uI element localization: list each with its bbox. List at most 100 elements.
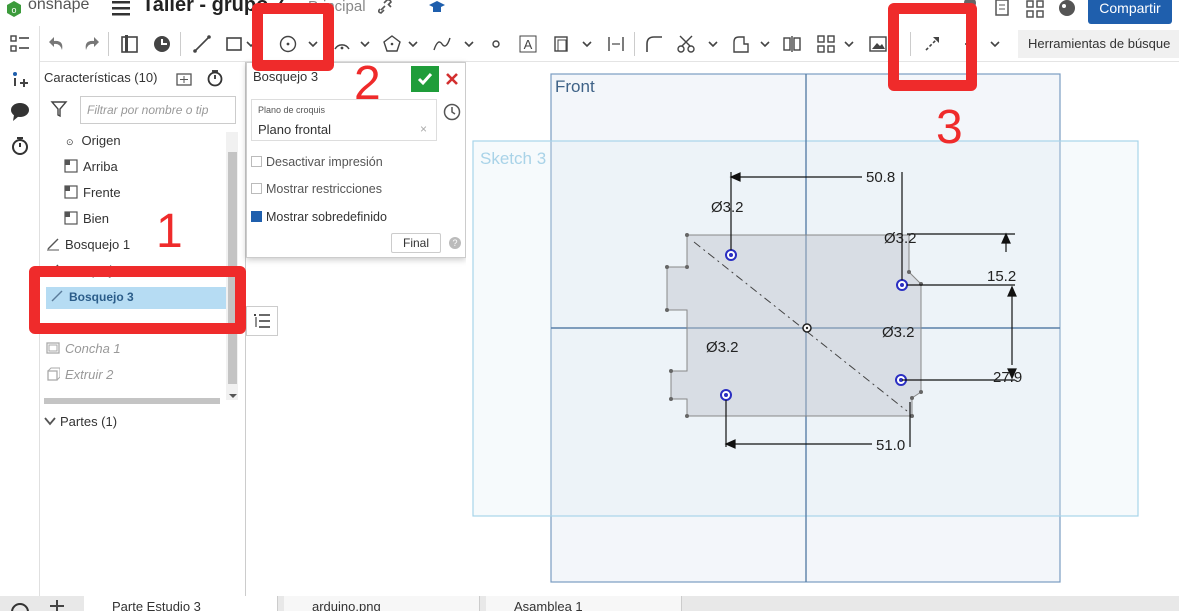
accept-button[interactable] <box>411 66 439 92</box>
dim-hole-bottom-left[interactable]: Ø3.2 <box>706 339 739 356</box>
appearance-icon[interactable] <box>1058 0 1076 18</box>
text-tool-icon[interactable]: A <box>518 34 538 54</box>
document-icon[interactable] <box>994 0 1010 16</box>
tree-item-front-plane[interactable]: Frente <box>64 185 121 200</box>
rollback-timer-icon[interactable] <box>206 69 224 87</box>
fillet-tool-icon[interactable] <box>644 34 664 54</box>
spline-tool-icon[interactable] <box>432 34 452 54</box>
add-tab-icon[interactable] <box>48 598 66 611</box>
dim-right-top[interactable]: 15.2 <box>987 268 1016 285</box>
plane-icon <box>64 159 78 173</box>
filter-icon[interactable] <box>50 100 68 118</box>
hamburger-menu-icon[interactable] <box>112 0 130 16</box>
clear-icon[interactable]: × <box>420 122 427 136</box>
cancel-button[interactable] <box>443 66 461 92</box>
chevron-down-icon[interactable] <box>844 39 854 49</box>
history-icon[interactable] <box>10 136 30 156</box>
tree-item-label: Extruir 2 <box>65 367 114 382</box>
apps-grid-icon[interactable] <box>1026 0 1044 18</box>
chevron-down-icon[interactable] <box>708 39 718 49</box>
insert-image-icon[interactable] <box>868 34 888 54</box>
view-normal-icon[interactable] <box>152 34 172 54</box>
variables-icon[interactable] <box>10 70 30 90</box>
line-tool-icon[interactable] <box>192 34 212 54</box>
horizontal-scrollbar[interactable] <box>44 398 220 404</box>
mirror-tool-icon[interactable] <box>782 34 802 54</box>
dimension-tool-icon[interactable] <box>606 34 626 54</box>
front-plane-label: Front <box>555 77 595 96</box>
tab-manager-icon[interactable] <box>10 602 30 611</box>
pattern-tool-icon[interactable] <box>816 34 836 54</box>
comments-icon[interactable] <box>10 102 30 122</box>
checkmark-icon <box>417 73 433 86</box>
sketch-plane-icon[interactable] <box>120 34 140 54</box>
sketch-toolbar: A Herramientas de búsque <box>40 26 1179 62</box>
point-tool-icon[interactable] <box>486 34 506 54</box>
tree-item-top-plane[interactable]: Arriba <box>64 159 118 174</box>
link-icon[interactable] <box>378 0 394 14</box>
tab-part-studio-3[interactable]: Parte Estudio 3 <box>84 596 278 611</box>
chevron-down-icon[interactable] <box>760 39 770 49</box>
chevron-down-icon[interactable] <box>990 39 1000 49</box>
trim-tool-icon[interactable] <box>676 34 696 54</box>
redo-icon[interactable] <box>80 34 100 54</box>
svg-text:o: o <box>11 5 16 15</box>
dim-hole-top-right[interactable]: Ø3.2 <box>884 230 917 247</box>
rectangle-tool-icon[interactable] <box>224 34 244 54</box>
chevron-down-icon[interactable] <box>360 39 370 49</box>
chevron-down-icon[interactable] <box>582 39 592 49</box>
extrude-icon <box>47 367 60 381</box>
offset-tool-icon[interactable] <box>552 34 572 54</box>
shell-icon <box>46 342 60 354</box>
learning-center-icon[interactable] <box>428 0 446 14</box>
disable-imprint-option[interactable]: Desactivar impresión <box>251 155 383 169</box>
tree-item-right-plane[interactable]: Bien <box>64 211 109 226</box>
tab-arduino-png[interactable]: arduino.png <box>284 596 480 611</box>
dim-right-bottom[interactable]: 27.9 <box>993 369 1022 386</box>
history-clock-icon[interactable] <box>443 103 461 121</box>
tree-item-label: Bien <box>83 211 110 226</box>
final-button[interactable]: Final <box>391 233 441 253</box>
use-tool-icon[interactable] <box>730 34 750 54</box>
dim-top-width[interactable]: 50.8 <box>866 169 895 186</box>
annotation-number-1: 1 <box>156 205 183 258</box>
show-overdefined-option[interactable]: Mostrar sobredefinido <box>251 210 387 224</box>
sketch-plane-field[interactable]: Plano de croquis Plano frontal × <box>251 99 437 141</box>
search-tools-field[interactable]: Herramientas de búsque <box>1018 30 1179 58</box>
filter-input[interactable]: Filtrar por nombre o tip <box>80 96 236 124</box>
dim-bottom-width[interactable]: 51.0 <box>876 437 905 454</box>
dim-hole-bottom-right[interactable]: Ø3.2 <box>882 324 915 341</box>
share-button[interactable]: Compartir <box>1088 0 1172 24</box>
sketch-canvas[interactable]: Front Sketch 3 50.8 51.0 15.2 27.9 Ø3.2 … <box>466 62 1179 598</box>
annotation-number-2: 2 <box>354 57 381 110</box>
list-icon <box>254 314 270 328</box>
polygon-tool-icon[interactable] <box>382 34 402 54</box>
scroll-down-icon[interactable] <box>228 392 238 400</box>
tree-item-extrude-2[interactable]: Extruir 2 <box>46 367 113 382</box>
chevron-down-icon[interactable] <box>464 39 474 49</box>
tab-label: Asamblea 1 <box>514 599 583 611</box>
list-toggle-button[interactable] <box>246 306 278 336</box>
add-folder-icon[interactable] <box>176 71 196 87</box>
feature-list-icon[interactable] <box>10 34 30 54</box>
help-icon[interactable]: ? <box>449 237 461 249</box>
arc-tool-icon[interactable] <box>332 34 352 54</box>
parts-section[interactable]: Partes (1) <box>44 414 117 429</box>
tree-item-label: Concha 1 <box>65 341 121 356</box>
tree-item-sketch-1[interactable]: Bosquejo 1 <box>46 237 130 252</box>
disable-imprint-checkbox[interactable] <box>251 156 262 167</box>
graphics-viewport[interactable]: Front Sketch 3 50.8 51.0 15.2 27.9 Ø3.2 … <box>466 62 1179 598</box>
show-constraints-option[interactable]: Mostrar restricciones <box>251 182 382 196</box>
dim-hole-top-left[interactable]: Ø3.2 <box>711 199 744 216</box>
dialog-title: Bosquejo 3 <box>253 69 319 84</box>
sketch-plane-label: Sketch 3 <box>480 149 546 168</box>
chevron-down-icon[interactable] <box>408 39 418 49</box>
tab-assembly-1[interactable]: Asamblea 1 <box>486 596 682 611</box>
tree-item-label: Frente <box>83 185 121 200</box>
show-constraints-checkbox[interactable] <box>251 183 262 194</box>
tree-item-shell-1[interactable]: Concha 1 <box>46 341 121 356</box>
show-overdefined-checkbox[interactable] <box>251 211 262 222</box>
undo-icon[interactable] <box>48 34 68 54</box>
annotation-number-3: 3 <box>936 101 963 154</box>
tree-item-origin[interactable]: ⊙ Origen <box>66 133 121 148</box>
